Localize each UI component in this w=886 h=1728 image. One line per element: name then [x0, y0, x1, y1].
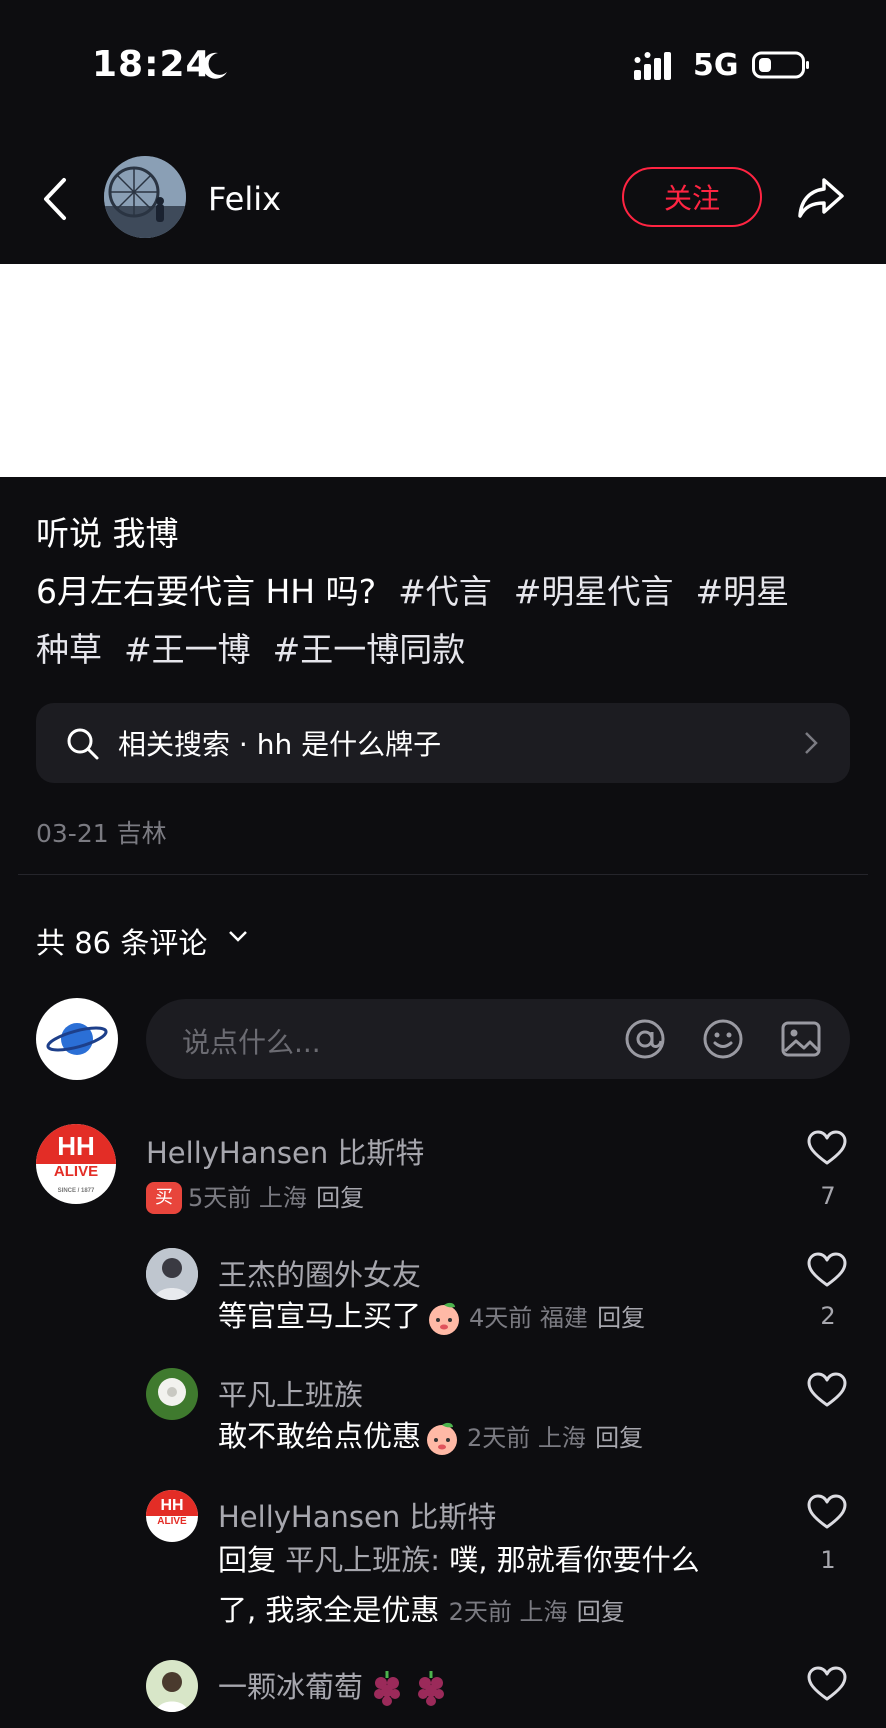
- author-avatar[interactable]: [104, 156, 186, 238]
- chevron-down-icon[interactable]: [228, 930, 248, 944]
- dandelion-photo: [146, 1368, 198, 1420]
- commenter-avatar[interactable]: [146, 1368, 198, 1420]
- hashtag[interactable]: #王一博: [124, 630, 251, 669]
- comment-text: 噗, 那就看你要什么: [449, 1543, 700, 1577]
- comment-input[interactable]: 说点什么...: [146, 999, 850, 1079]
- battery-icon: [752, 51, 809, 79]
- reply-button[interactable]: 回复: [597, 1304, 645, 1332]
- heart-icon[interactable]: [807, 1252, 847, 1288]
- comment-author[interactable]: HellyHansen 比斯特: [218, 1494, 496, 1536]
- reply-to-user[interactable]: 平凡上班族:: [285, 1543, 440, 1577]
- like-count: 2: [820, 1302, 836, 1330]
- post-line-2: 6月左右要代言 HH 吗? #代言 #明星代言 #明星: [36, 563, 856, 621]
- image-icon[interactable]: [780, 1018, 822, 1060]
- avatar-photo: [146, 1248, 198, 1300]
- my-avatar[interactable]: [36, 998, 118, 1080]
- post-image[interactable]: [0, 264, 886, 477]
- status-time: 18:24: [92, 44, 212, 85]
- search-icon: [67, 728, 99, 760]
- comment-meta: 2天前 上海: [467, 1424, 586, 1452]
- comment-body: 等官宣马上买了 4天前 福建 回复: [218, 1292, 645, 1342]
- share-icon[interactable]: [796, 176, 846, 220]
- post-line-1: 听说 我博: [36, 514, 179, 553]
- grape-emoji-icon: [411, 1669, 451, 1709]
- hh-logo-bottom: ALIVE SINCE / 1877: [36, 1164, 116, 1199]
- heart-icon[interactable]: [807, 1666, 847, 1702]
- peach-emoji-icon: [425, 1299, 463, 1337]
- buy-badge-icon: 买: [146, 1182, 182, 1214]
- comment-meta: 2天前 上海: [448, 1598, 568, 1626]
- comment-body-line-1: 回复 平凡上班族: 噗, 那就看你要什么: [218, 1536, 700, 1584]
- hh-logo-bottom: ALIVE: [157, 1516, 187, 1527]
- chevron-right-icon: [805, 732, 818, 754]
- reply-button[interactable]: 回复: [316, 1184, 364, 1212]
- author-name[interactable]: Felix: [208, 180, 281, 218]
- comment-body: 敢不敢给点优惠 2天前 上海 回复: [218, 1412, 643, 1462]
- like-count: 7: [820, 1182, 836, 1210]
- back-icon[interactable]: [40, 176, 70, 222]
- heart-icon[interactable]: [807, 1130, 847, 1166]
- comment-count[interactable]: 共 86 条评论: [36, 920, 207, 962]
- at-icon[interactable]: [624, 1018, 666, 1060]
- hh-logo-top: HH: [146, 1490, 198, 1516]
- reply-button[interactable]: 回复: [595, 1424, 643, 1452]
- hh-logo-since: SINCE / 1877: [57, 1188, 95, 1194]
- commenter-avatar[interactable]: HH ALIVE SINCE / 1877: [36, 1124, 116, 1204]
- comment-meta: 4天前 福建: [469, 1304, 588, 1332]
- avatar-photo: [146, 1660, 198, 1712]
- like-count: 1: [820, 1546, 836, 1574]
- reply-prefix: 回复: [218, 1543, 277, 1577]
- comment-meta-row: 买 5天前 上海 回复: [146, 1172, 364, 1222]
- reply-button[interactable]: 回复: [577, 1598, 625, 1626]
- peach-emoji-icon: [423, 1419, 461, 1457]
- hashtag[interactable]: #明星代言: [514, 572, 674, 611]
- comment-text: 等官宣马上买了: [218, 1299, 422, 1333]
- comment-author-row: 一颗冰葡萄: [218, 1664, 451, 1709]
- hh-logo-alive: ALIVE: [53, 1163, 99, 1180]
- comment-body-line-2: 了, 我家全是优惠 2天前 上海 回复: [218, 1586, 625, 1636]
- comment-placeholder: 说点什么...: [182, 1026, 321, 1059]
- post-line-3: 种草 #王一博 #王一博同款: [36, 621, 856, 679]
- comment-author[interactable]: 一颗冰葡萄: [218, 1670, 363, 1704]
- comment-author[interactable]: 平凡上班族: [218, 1372, 363, 1414]
- comment-meta: 5天前 上海: [188, 1184, 307, 1212]
- follow-button[interactable]: 关注: [622, 167, 762, 227]
- hh-logo-top: HH: [36, 1124, 116, 1165]
- post-line-2-text: 6月左右要代言 HH 吗?: [36, 572, 377, 611]
- divider: [18, 874, 868, 875]
- hashtag[interactable]: #王一博同款: [273, 630, 466, 669]
- commenter-avatar[interactable]: HH ALIVE: [146, 1490, 198, 1542]
- comment-author[interactable]: HellyHansen 比斯特: [146, 1130, 424, 1172]
- ferris-wheel-photo: [104, 156, 186, 238]
- related-search-bar[interactable]: 相关搜索 · hh 是什么牌子: [36, 703, 850, 783]
- hashtag-continuation[interactable]: 种草: [36, 630, 102, 669]
- emoji-icon[interactable]: [702, 1018, 744, 1060]
- grape-emoji-icon: [367, 1669, 407, 1709]
- moon-icon: [202, 52, 227, 79]
- hashtag[interactable]: #代言: [398, 572, 492, 611]
- commenter-avatar[interactable]: [146, 1248, 198, 1300]
- hashtag[interactable]: #明星: [695, 572, 789, 611]
- post-date-location: 03-21 吉林: [36, 819, 167, 848]
- planet-icon: [46, 1023, 108, 1055]
- buy-badge-label: 买: [155, 1187, 173, 1208]
- comment-author[interactable]: 王杰的圈外女友: [218, 1252, 421, 1294]
- signal-icon: [634, 52, 671, 80]
- network-type: 5G: [693, 48, 739, 83]
- comment-text: 敢不敢给点优惠: [218, 1419, 422, 1453]
- related-search-text: 相关搜索 · hh 是什么牌子: [118, 728, 442, 761]
- heart-icon[interactable]: [807, 1494, 847, 1530]
- commenter-avatar[interactable]: [146, 1660, 198, 1712]
- post-body: 听说 我博 6月左右要代言 HH 吗? #代言 #明星代言 #明星 种草 #王一博 #王一…: [36, 505, 856, 679]
- heart-icon[interactable]: [807, 1372, 847, 1408]
- comment-text: 了, 我家全是优惠: [218, 1593, 440, 1627]
